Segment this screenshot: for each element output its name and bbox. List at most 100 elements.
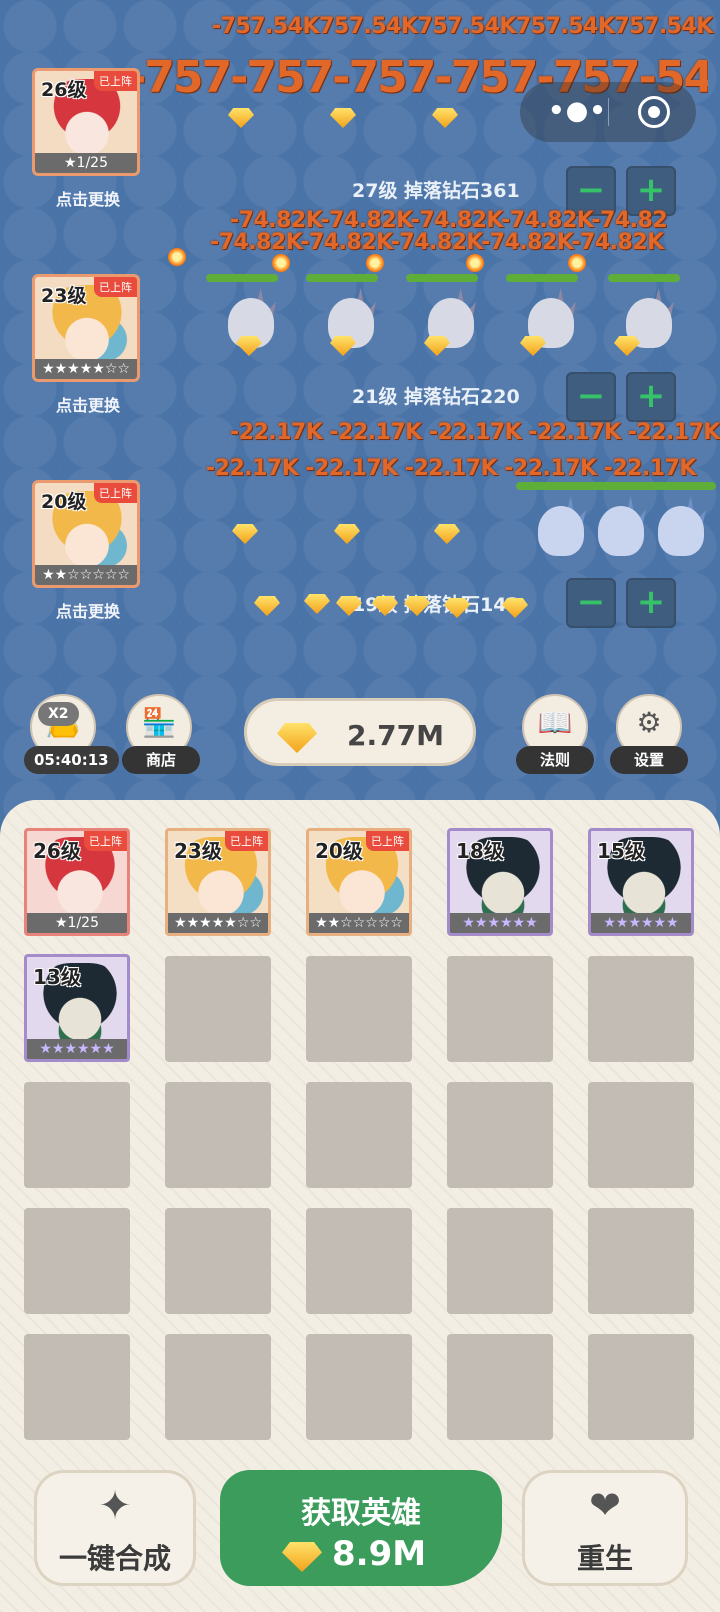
empty-hero-slot[interactable] bbox=[306, 1082, 412, 1188]
lane-drop-info: 21级 掉落钻石220 bbox=[352, 386, 520, 408]
empty-hero-slot[interactable] bbox=[588, 1334, 694, 1440]
empty-hero-slot[interactable] bbox=[306, 956, 412, 1062]
rules-label[interactable]: 法则 bbox=[516, 746, 594, 774]
gem-icon bbox=[277, 723, 317, 753]
change-hero-link[interactable]: 点击更换 bbox=[30, 598, 146, 622]
roster-hero-card[interactable]: 20级 已上阵 ★★☆☆☆☆☆ bbox=[306, 828, 412, 936]
empty-hero-slot[interactable] bbox=[24, 1208, 130, 1314]
empty-hero-slot[interactable] bbox=[306, 1334, 412, 1440]
merge-label: 一键合成 bbox=[58, 1542, 171, 1575]
enemy-hp-bar bbox=[206, 274, 278, 282]
gem-drop-icon bbox=[330, 336, 356, 356]
settings-label[interactable]: 设置 bbox=[610, 746, 688, 774]
empty-hero-slot[interactable] bbox=[165, 956, 271, 1062]
damage-number-row: -74.82K-74.82K-74.82K-74.82K-74.82K bbox=[210, 230, 664, 255]
hero-star-footer: ★★☆☆☆☆☆ bbox=[35, 565, 137, 585]
lane-hero-card[interactable]: 20级 已上阵 ★★☆☆☆☆☆ bbox=[32, 480, 140, 588]
hero-level: 18级 bbox=[456, 839, 504, 863]
rebirth-label: 重生 bbox=[576, 1542, 633, 1575]
gem-drop-icon bbox=[228, 108, 254, 128]
hero-star-footer: ★1/25 bbox=[35, 153, 137, 173]
lane-plus-button[interactable]: + bbox=[626, 372, 676, 422]
get-hero-button[interactable]: 获取英雄 8.9M bbox=[220, 1470, 502, 1586]
heart-hands-icon: ❤ bbox=[589, 1483, 621, 1527]
hero-level: 26级 bbox=[33, 839, 81, 863]
lane-hero-card[interactable]: 26级 已上阵 ★1/25 bbox=[32, 68, 140, 176]
miniprogram-capsule[interactable]: •●• bbox=[520, 82, 696, 142]
roster-hero-card[interactable]: 26级 已上阵 ★1/25 bbox=[24, 828, 130, 936]
roster-hero-card[interactable]: 23级 已上阵 ★★★★★☆☆ bbox=[165, 828, 271, 936]
hero-star-footer: ★★★★★★ bbox=[591, 913, 691, 933]
change-hero-link[interactable]: 点击更换 bbox=[30, 186, 146, 210]
roster-hero-card[interactable]: 13级 ★★★★★★ bbox=[24, 954, 130, 1062]
shop-label[interactable]: 商店 bbox=[122, 746, 200, 774]
hero-star-footer: ★★★★★☆☆ bbox=[168, 913, 268, 933]
hero-star-footer: ★★☆☆☆☆☆ bbox=[309, 913, 409, 933]
target-icon[interactable] bbox=[638, 96, 670, 128]
on-team-badge: 已上阵 bbox=[225, 831, 268, 851]
damage-number-row: -22.17K -22.17K -22.17K -22.17K -22.17K bbox=[206, 456, 696, 481]
double-badge: X2 bbox=[38, 702, 79, 726]
fireball-projectile bbox=[168, 248, 186, 266]
empty-hero-slot[interactable] bbox=[588, 956, 694, 1062]
enemy-hp-bar bbox=[306, 274, 378, 282]
one-click-merge-button[interactable]: ✦ 一键合成 bbox=[34, 1470, 196, 1586]
hero-star-footer: ★★★★★☆☆ bbox=[35, 359, 137, 379]
hero-level: 15级 bbox=[597, 839, 645, 863]
roster-hero-card[interactable]: 15级 ★★★★★★ bbox=[588, 828, 694, 936]
on-team-badge: 已上阵 bbox=[94, 71, 137, 91]
empty-hero-slot[interactable] bbox=[447, 1208, 553, 1314]
enemy-hp-bar bbox=[406, 274, 478, 282]
more-dots-icon[interactable]: •●• bbox=[548, 96, 607, 126]
gem-drop-icon bbox=[424, 336, 450, 356]
book-icon: 📖 bbox=[537, 706, 573, 739]
gear-icon: ⚙ bbox=[636, 706, 662, 739]
change-hero-link[interactable]: 点击更换 bbox=[30, 392, 146, 416]
dragon-enemy bbox=[586, 496, 646, 558]
gem-balance-value: 2.77M bbox=[347, 719, 444, 752]
empty-hero-slot[interactable] bbox=[447, 956, 553, 1062]
gem-drop-icon bbox=[236, 336, 262, 356]
on-team-badge: 已上阵 bbox=[94, 483, 137, 503]
gem-drop-icon bbox=[434, 524, 460, 544]
get-hero-cost: 8.9M bbox=[332, 1534, 427, 1574]
lane-minus-button[interactable]: − bbox=[566, 578, 616, 628]
empty-hero-slot[interactable] bbox=[165, 1082, 271, 1188]
gem-icon bbox=[282, 1542, 322, 1572]
empty-hero-slot[interactable] bbox=[306, 1208, 412, 1314]
enemy-hp-bar bbox=[516, 482, 716, 490]
get-hero-label: 获取英雄 bbox=[301, 1496, 421, 1531]
gem-drop-icon bbox=[614, 336, 640, 356]
lane-plus-button[interactable]: + bbox=[626, 578, 676, 628]
empty-hero-slot[interactable] bbox=[588, 1082, 694, 1188]
empty-hero-slot[interactable] bbox=[165, 1334, 271, 1440]
empty-hero-slot[interactable] bbox=[165, 1208, 271, 1314]
damage-number-row: -757.54K757.54K757.54K757.54K757.54K bbox=[212, 14, 713, 39]
rebirth-button[interactable]: ❤ 重生 bbox=[522, 1470, 688, 1586]
fireball-projectile bbox=[272, 254, 290, 272]
enemy-hp-bar bbox=[608, 274, 680, 282]
lane-hero-card[interactable]: 23级 已上阵 ★★★★★☆☆ bbox=[32, 274, 140, 382]
capsule-divider bbox=[608, 98, 609, 126]
fireball-projectile bbox=[466, 254, 484, 272]
dragon-enemy bbox=[526, 496, 586, 558]
empty-hero-slot[interactable] bbox=[447, 1334, 553, 1440]
empty-hero-slot[interactable] bbox=[24, 1082, 130, 1188]
empty-hero-slot[interactable] bbox=[447, 1082, 553, 1188]
damage-number-row: -22.17K -22.17K -22.17K -22.17K -22.17K bbox=[230, 420, 720, 445]
empty-hero-slot[interactable] bbox=[24, 1334, 130, 1440]
lane-drop-info: 27级 掉落钻石361 bbox=[352, 180, 520, 202]
hero-level: 20级 bbox=[315, 839, 363, 863]
hero-level: 23级 bbox=[174, 839, 222, 863]
gem-drop-icon bbox=[254, 596, 280, 616]
hero-star-footer: ★★★★★★ bbox=[27, 1039, 127, 1059]
on-team-badge: 已上阵 bbox=[94, 277, 137, 297]
hero-level: 13级 bbox=[33, 965, 81, 989]
roster-hero-card[interactable]: 18级 ★★★★★★ bbox=[447, 828, 553, 936]
gem-drop-icon bbox=[330, 108, 356, 128]
sparkle-icon: ✦ bbox=[98, 1483, 132, 1529]
empty-hero-slot[interactable] bbox=[588, 1208, 694, 1314]
lane-minus-button[interactable]: − bbox=[566, 372, 616, 422]
gem-drop-icon bbox=[432, 108, 458, 128]
dragon-enemy bbox=[646, 496, 706, 558]
